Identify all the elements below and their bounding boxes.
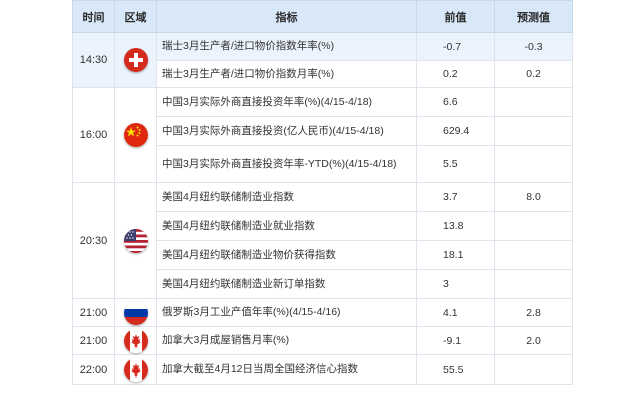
forecast-cell [494, 211, 573, 241]
header-previous: 前值 [416, 0, 495, 33]
time-cell: 21:00 [72, 326, 115, 355]
indicator-cell: 中国3月实际外商直接投资(亿人民币)(4/15-4/18) [156, 116, 417, 146]
forecast-cell [494, 87, 573, 117]
indicator-cell: 中国3月实际外商直接投资年率-YTD(%)(4/15-4/18) [156, 145, 417, 183]
forecast-cell: 8.0 [494, 182, 573, 212]
forecast-cell [494, 240, 573, 270]
previous-cell: 3 [416, 269, 495, 299]
canada-flag-icon [123, 357, 148, 382]
table-row[interactable]: 22:00 加拿大截至4月12日当周全国经济信心指数 55.5 [72, 354, 573, 385]
region-cell [114, 298, 157, 327]
forecast-cell [494, 269, 573, 299]
region-cell [114, 182, 157, 299]
table-row[interactable]: 16:00 中国3月实际外商直接投资年率(%)(4/15-4/18) 6.6 [72, 87, 573, 183]
indicator-cell: 美国4月纽约联储制造业物价获得指数 [156, 240, 417, 270]
time-cell: 21:00 [72, 298, 115, 327]
table-row[interactable]: 21:00 俄罗斯3月工业产值年率(%)(4/15-4/16) 4.1 2.8 [72, 298, 573, 327]
economic-calendar-table: 时间 区域 指标 前值 预测值 14:30 瑞士3月生产者/进口物价指数年率(%… [72, 0, 573, 385]
indicator-cell: 中国3月实际外商直接投资年率(%)(4/15-4/18) [156, 87, 417, 117]
header-region: 区域 [114, 0, 157, 33]
previous-cell: 6.6 [416, 87, 495, 117]
indicator-cell: 美国4月纽约联储制造业指数 [156, 182, 417, 212]
time-cell: 14:30 [72, 32, 115, 88]
previous-cell: -9.1 [416, 326, 495, 355]
previous-cell: 4.1 [416, 298, 495, 327]
forecast-cell: 0.2 [494, 60, 573, 88]
indicator-cell: 美国4月纽约联储制造业新订单指数 [156, 269, 417, 299]
usa-flag-icon [123, 228, 148, 253]
table-row[interactable]: 20:30 美国4月纽约联储制造业指数 3.7 8.0 [72, 182, 573, 299]
previous-cell: 0.2 [416, 60, 495, 88]
canada-flag-icon [123, 328, 148, 353]
forecast-cell [494, 116, 573, 146]
previous-cell: 55.5 [416, 354, 495, 385]
indicator-cell: 俄罗斯3月工业产值年率(%)(4/15-4/16) [156, 298, 417, 327]
header-indicator: 指标 [156, 0, 417, 33]
forecast-cell: 2.0 [494, 326, 573, 355]
header-time: 时间 [72, 0, 115, 33]
table-row[interactable]: 14:30 瑞士3月生产者/进口物价指数年率(%) -0.7 -0.3 [72, 32, 573, 88]
previous-cell: 13.8 [416, 211, 495, 241]
indicator-cell: 瑞士3月生产者/进口物价指数月率(%) [156, 60, 417, 88]
previous-cell: 5.5 [416, 145, 495, 183]
table-row[interactable]: 21:00 加拿大3月成屋销售月率(%) -9.1 2.0 [72, 326, 573, 355]
region-cell [114, 326, 157, 355]
indicator-cell: 加拿大3月成屋销售月率(%) [156, 326, 417, 355]
previous-cell: 18.1 [416, 240, 495, 270]
forecast-cell: -0.3 [494, 32, 573, 61]
region-cell [114, 354, 157, 385]
previous-cell: 629.4 [416, 116, 495, 146]
indicator-cell: 美国4月纽约联储制造业就业指数 [156, 211, 417, 241]
russia-flag-icon [123, 300, 148, 325]
time-cell: 16:00 [72, 87, 115, 183]
header-forecast: 预测值 [494, 0, 573, 33]
table-header-row: 时间 区域 指标 前值 预测值 [72, 0, 573, 33]
china-flag-icon [123, 123, 148, 147]
indicator-cell: 瑞士3月生产者/进口物价指数年率(%) [156, 32, 417, 61]
time-cell: 22:00 [72, 354, 115, 385]
previous-cell: 3.7 [416, 182, 495, 212]
forecast-cell [494, 145, 573, 183]
forecast-cell [494, 354, 573, 385]
region-cell [114, 32, 157, 88]
forecast-cell: 2.8 [494, 298, 573, 327]
time-cell: 20:30 [72, 182, 115, 299]
right-margin [572, 0, 629, 400]
region-cell [114, 87, 157, 183]
left-margin [0, 0, 72, 400]
calendar-page: 时间 区域 指标 前值 预测值 14:30 瑞士3月生产者/进口物价指数年率(%… [0, 0, 629, 400]
previous-cell: -0.7 [416, 32, 495, 61]
indicator-cell: 加拿大截至4月12日当周全国经济信心指数 [156, 354, 417, 385]
switzerland-flag-icon [123, 48, 148, 72]
